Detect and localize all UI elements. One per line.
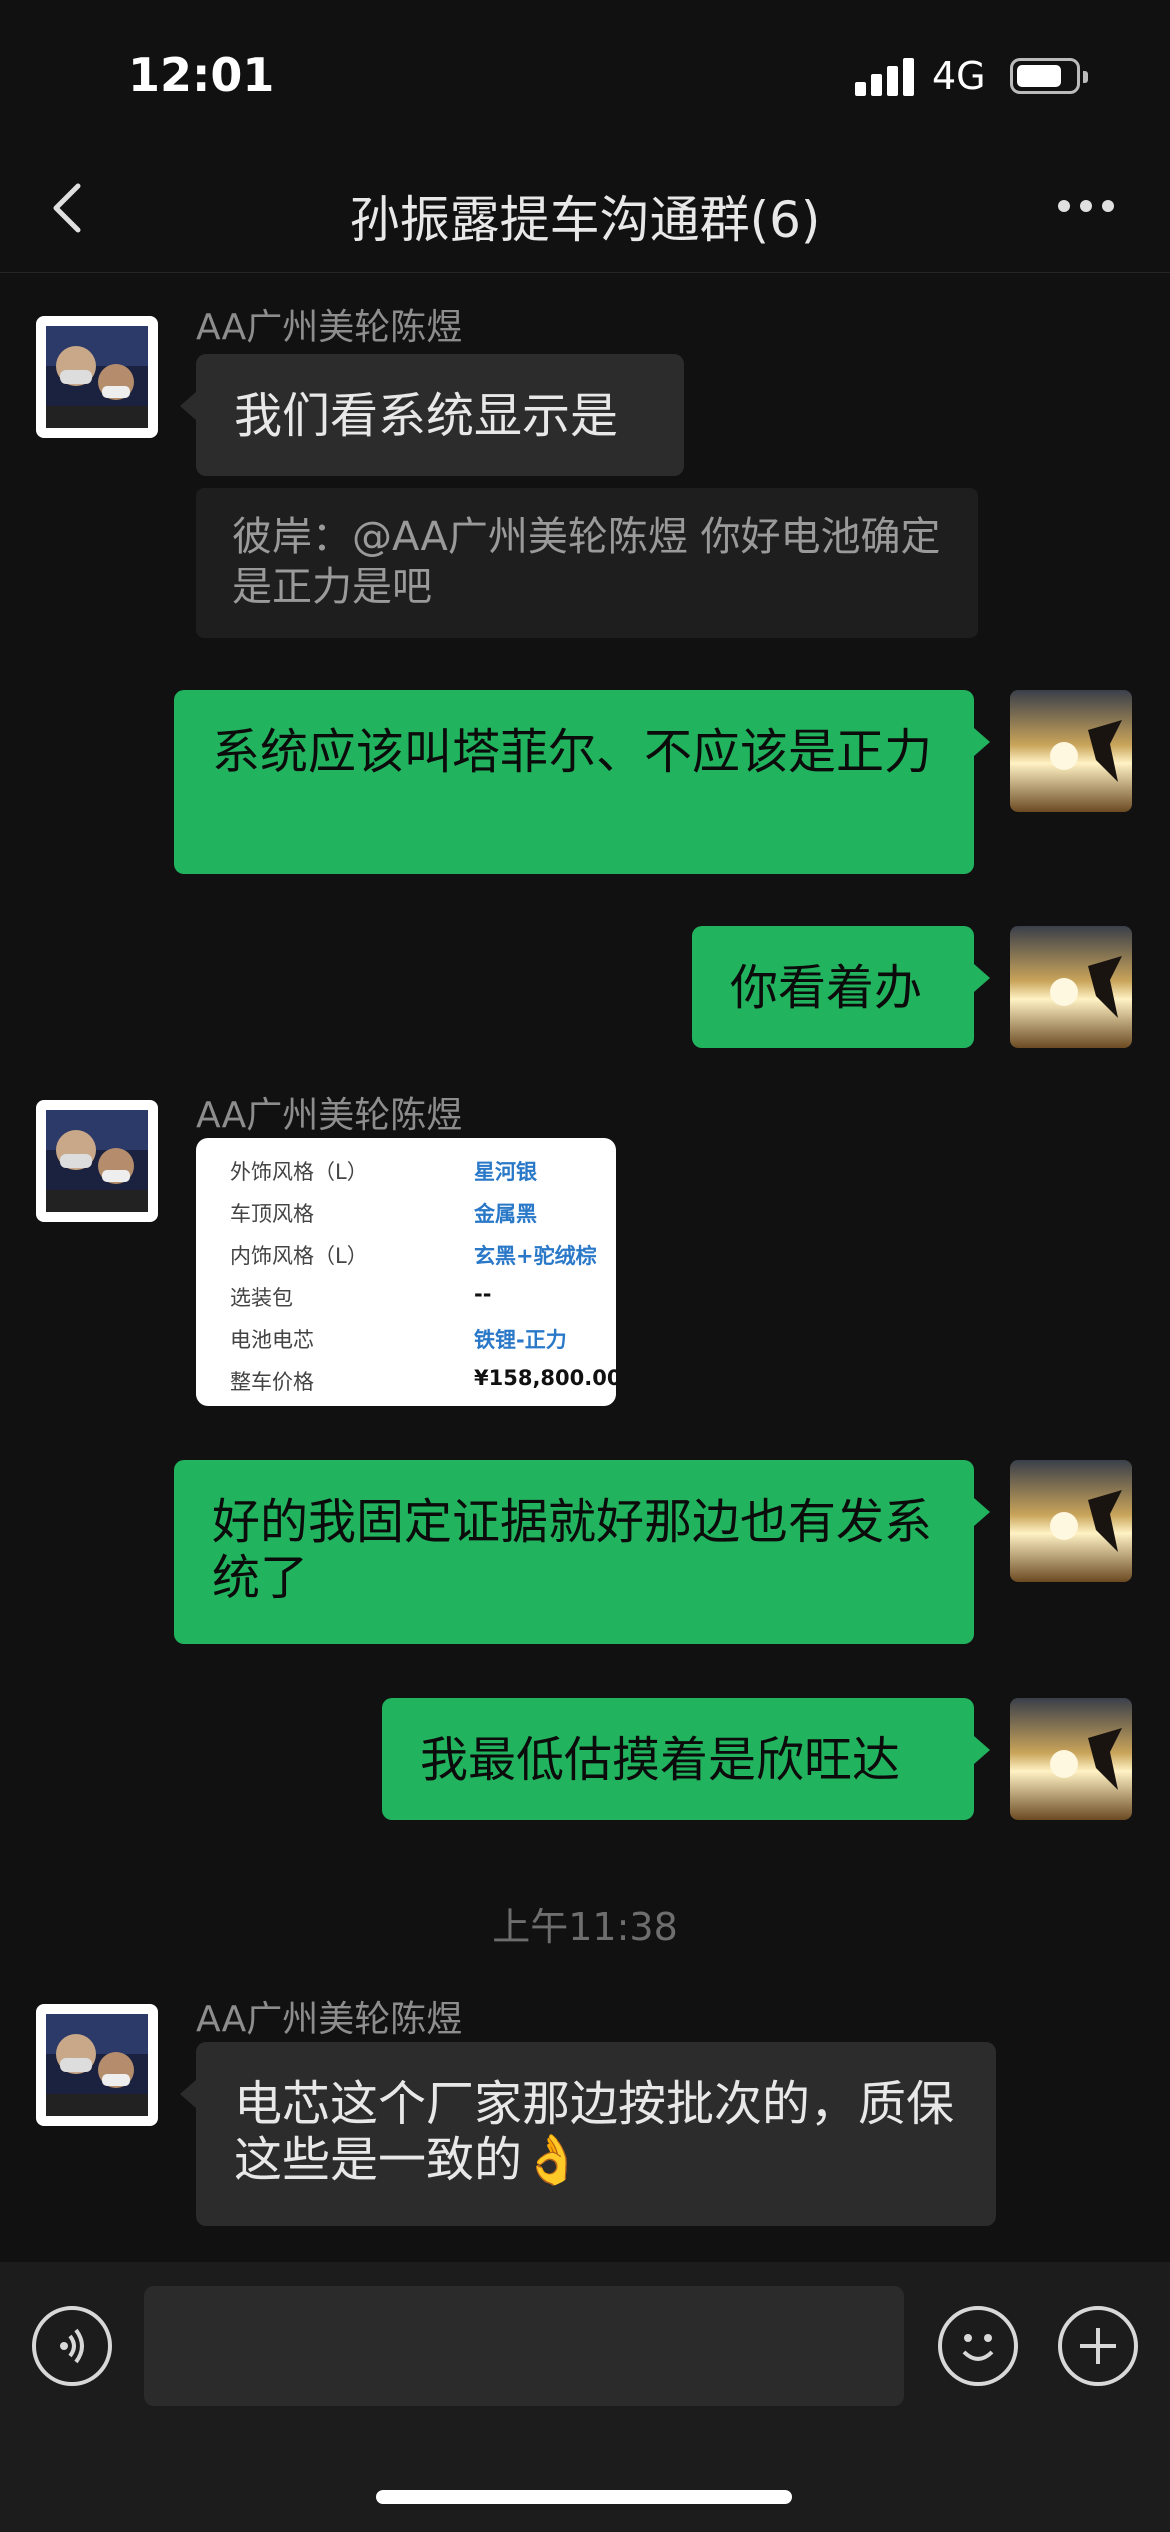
message-bubble[interactable]: 我们看系统显示是: [180, 354, 684, 476]
voice-button[interactable]: [32, 2306, 112, 2386]
sender-avatar[interactable]: [36, 2004, 158, 2126]
sunset-eagle-avatar-icon: [1010, 1460, 1132, 1582]
sender-avatar[interactable]: [36, 316, 158, 438]
sunset-eagle-avatar-icon: [1010, 690, 1132, 812]
config-row: 外饰风格（L） 星河银: [230, 1156, 610, 1198]
more-button[interactable]: [1050, 172, 1130, 242]
chat-header: 孙振露提车沟通群(6): [0, 150, 1170, 273]
message-bubble[interactable]: 你看着办: [692, 926, 990, 1048]
home-indicator[interactable]: [376, 2490, 792, 2504]
sender-name: AA广州美轮陈煜: [196, 1095, 463, 1136]
config-row: 选装包 --: [230, 1282, 610, 1324]
avatar-photo-icon: [46, 1110, 148, 1212]
status-time: 12:01: [128, 48, 275, 102]
add-attachment-button[interactable]: [1058, 2306, 1138, 2386]
config-label: 选装包: [230, 1286, 293, 1310]
emoji-button[interactable]: [938, 2306, 1018, 2386]
sender-name: AA广州美轮陈煜: [196, 1999, 463, 2040]
my-avatar[interactable]: [1010, 1460, 1132, 1582]
config-label: 内饰风格（L）: [230, 1244, 368, 1268]
network-label: 4G: [932, 54, 986, 98]
plus-icon: [1080, 2328, 1116, 2364]
battery-icon: [1010, 58, 1088, 94]
chevron-left-icon: [53, 183, 81, 233]
message-bubble[interactable]: 我最低估摸着是欣旺达: [382, 1698, 990, 1820]
config-value: 金属黑: [474, 1202, 537, 1226]
my-avatar[interactable]: [1010, 1698, 1132, 1820]
avatar-photo-icon: [46, 326, 148, 428]
image-message-car-config[interactable]: 外饰风格（L） 星河银 车顶风格 金属黑 内饰风格（L） 玄黑+驼绒棕 选装包 …: [196, 1138, 616, 1406]
message-timestamp: 上午11:38: [492, 1905, 678, 1949]
message-bubble[interactable]: 系统应该叫塔菲尔、不应该是正力: [174, 690, 990, 874]
config-label: 整车价格: [230, 1370, 314, 1394]
avatar-photo-icon: [46, 2014, 148, 2116]
quoted-message[interactable]: 彼岸：@AA广州美轮陈煜 你好电池确定是正力是吧: [196, 488, 978, 638]
config-row: 车顶风格 金属黑: [230, 1198, 610, 1240]
emoji-icon: [962, 2334, 994, 2361]
chat-title: 孙振露提车沟通群(6): [349, 191, 821, 249]
back-button[interactable]: [40, 172, 100, 242]
message-bubble[interactable]: 电芯这个厂家那边按批次的，质保这些是一致的👌: [180, 2042, 996, 2226]
config-label: 电池电芯: [230, 1328, 314, 1352]
message-input[interactable]: [144, 2286, 904, 2406]
sunset-eagle-avatar-icon: [1010, 926, 1132, 1048]
sunset-eagle-avatar-icon: [1010, 1698, 1132, 1820]
sender-avatar[interactable]: [36, 1100, 158, 1222]
my-avatar[interactable]: [1010, 926, 1132, 1048]
config-label: 车顶风格: [230, 1202, 314, 1226]
config-value: 铁锂-正力: [474, 1328, 567, 1352]
config-value: 玄黑+驼绒棕: [474, 1244, 597, 1268]
status-bar: 12:01 4G: [0, 0, 1170, 150]
message-bubble[interactable]: 好的我固定证据就好那边也有发系统了: [174, 1460, 990, 1644]
config-value: 星河银: [474, 1160, 537, 1184]
config-row: 内饰风格（L） 玄黑+驼绒棕: [230, 1240, 610, 1282]
voice-icon: [60, 2328, 84, 2364]
config-value: ¥158,800.00: [474, 1366, 616, 1390]
my-avatar[interactable]: [1010, 690, 1132, 812]
config-value: --: [474, 1282, 492, 1306]
config-label: 外饰风格（L）: [230, 1160, 368, 1184]
config-row: 整车价格 ¥158,800.00: [230, 1366, 616, 1406]
signal-bars-icon: [855, 56, 915, 96]
config-row: 电池电芯 铁锂-正力: [230, 1324, 610, 1366]
sender-name: AA广州美轮陈煜: [196, 307, 463, 348]
more-dots-icon: [1058, 200, 1114, 212]
